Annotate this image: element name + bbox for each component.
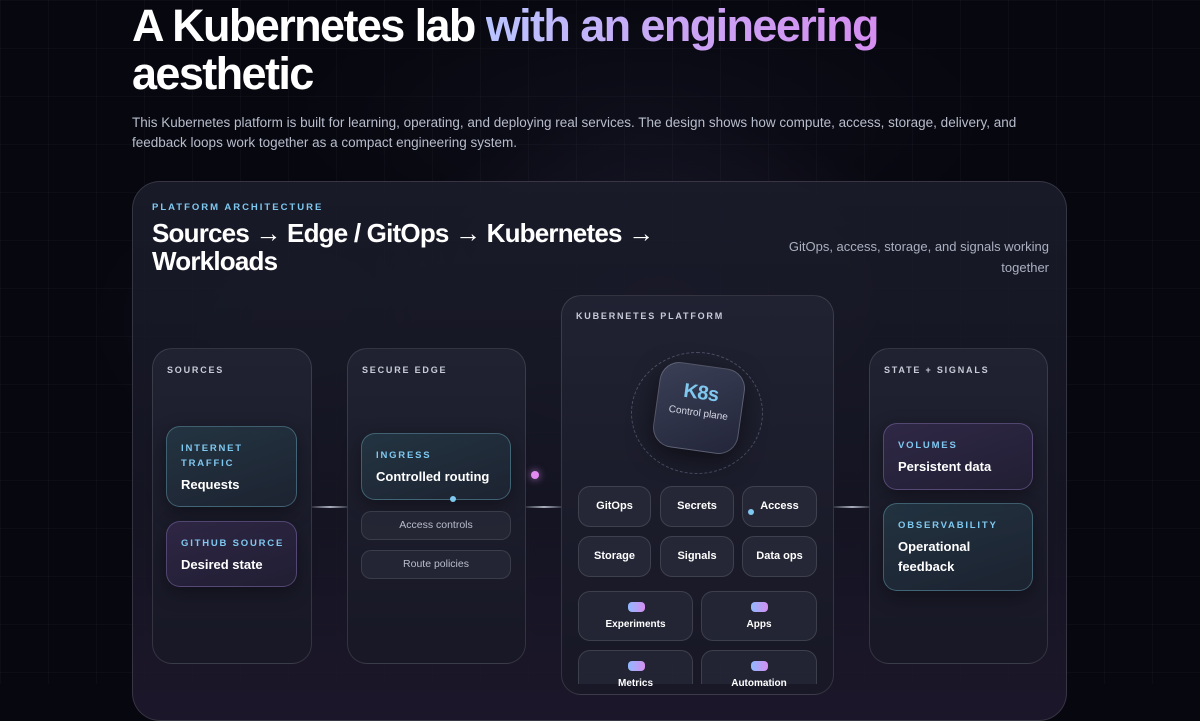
connector-sources-edge xyxy=(312,506,348,508)
ingress-flow-dot xyxy=(450,496,456,502)
apps-label: Apps xyxy=(746,619,772,630)
sources-label: SOURCES xyxy=(167,365,225,375)
chip-secrets[interactable]: Secrets xyxy=(660,486,734,527)
connector-platform-state xyxy=(834,506,870,508)
hero-description: This Kubernetes platform is built for le… xyxy=(132,115,1017,150)
chip-data-ops[interactable]: Data ops xyxy=(742,536,817,577)
secure-edge-label: SECURE EDGE xyxy=(362,365,448,375)
kubernetes-platform-label: KUBERNETES PLATFORM xyxy=(576,311,725,321)
route-policies-pill[interactable]: Route policies xyxy=(361,550,511,579)
workload-metrics[interactable]: Metrics xyxy=(578,650,693,689)
internet-traffic-eyebrow: INTERNET TRAFFIC xyxy=(181,443,243,469)
apps-indicator xyxy=(751,602,768,612)
observability-eyebrow: OBSERVABILITY xyxy=(898,520,998,531)
volumes-card[interactable]: VOLUMES Persistent data xyxy=(883,423,1033,490)
automation-indicator xyxy=(751,661,768,671)
chip-access[interactable]: Access xyxy=(742,486,817,527)
github-source-eyebrow: GITHUB SOURCE xyxy=(181,538,285,549)
volumes-text: Persistent data xyxy=(898,459,992,474)
chip-signals[interactable]: Signals xyxy=(660,536,734,577)
volumes-eyebrow: VOLUMES xyxy=(898,440,958,451)
observability-card[interactable]: OBSERVABILITY Operational feedback xyxy=(883,503,1033,591)
workload-apps[interactable]: Apps xyxy=(701,591,817,641)
hero-title: A Kubernetes lab with an engineering aest… xyxy=(132,2,1032,98)
access-controls-pill[interactable]: Access controls xyxy=(361,511,511,540)
hero-title-end: aesthetic xyxy=(132,48,314,99)
workload-automation[interactable]: Automation xyxy=(701,650,817,689)
workload-experiments[interactable]: Experiments xyxy=(578,591,693,641)
hero-title-plain: A Kubernetes lab xyxy=(132,0,486,51)
ingress-text: Controlled routing xyxy=(376,469,490,484)
architecture-title: Sources → Edge / GitOps → Kubernetes → W… xyxy=(152,218,654,276)
ingress-eyebrow: INGRESS xyxy=(376,450,432,461)
hero-title-accent: with an engineering xyxy=(485,0,880,51)
observability-text: Operational feedback xyxy=(898,539,971,574)
internet-traffic-text: Requests xyxy=(181,477,240,492)
experiments-indicator xyxy=(627,602,645,612)
chip-storage[interactable]: Storage xyxy=(578,536,651,577)
github-source-card[interactable]: GITHUB SOURCE Desired state xyxy=(166,521,297,587)
connector-edge-platform xyxy=(526,506,562,508)
ingress-card[interactable]: INGRESS Controlled routing xyxy=(361,433,511,500)
architecture-eyebrow: PLATFORM ARCHITECTURE xyxy=(152,202,324,213)
experiments-label: Experiments xyxy=(605,619,666,630)
secure-edge-column: SECURE EDGE xyxy=(347,348,526,664)
internet-traffic-card[interactable]: INTERNET TRAFFIC Requests xyxy=(166,426,297,507)
flow-dot-purple xyxy=(531,471,539,479)
github-source-text: Desired state xyxy=(181,557,263,572)
access-flow-dot xyxy=(748,509,754,515)
metrics-indicator xyxy=(627,661,645,671)
control-plane-badge[interactable]: K8s Control plane xyxy=(650,359,748,457)
architecture-note: GitOps, access, storage, and signals wor… xyxy=(788,239,1049,275)
chip-gitops[interactable]: GitOps xyxy=(578,486,651,527)
state-signals-label: STATE + SIGNALS xyxy=(884,365,990,375)
